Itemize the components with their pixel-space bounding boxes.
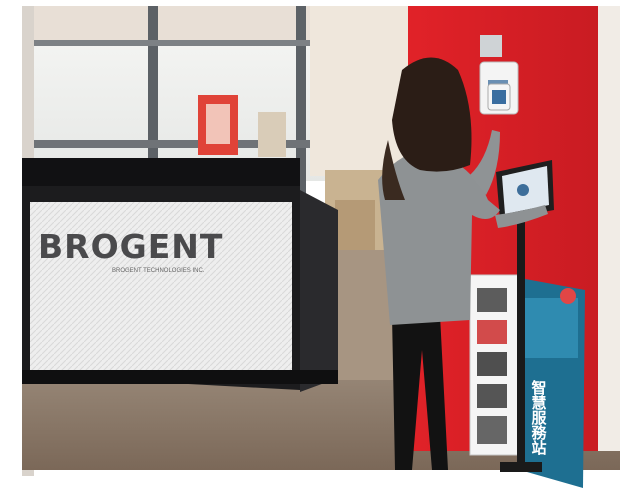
display-stand <box>258 112 286 157</box>
banner-chinese-text: 智慧服務站 <box>530 379 547 456</box>
wall-sign <box>480 35 502 57</box>
reception-counter: BROGENT BROGENT TECHNOLOGIES INC. <box>22 158 338 392</box>
photo-scene: BROGENT BROGENT TECHNOLOGIES INC. 智慧服務站 <box>0 0 630 495</box>
brogent-logo-text: BROGENT <box>38 227 223 266</box>
brogent-subtitle: BROGENT TECHNOLOGIES INC. <box>112 268 205 274</box>
